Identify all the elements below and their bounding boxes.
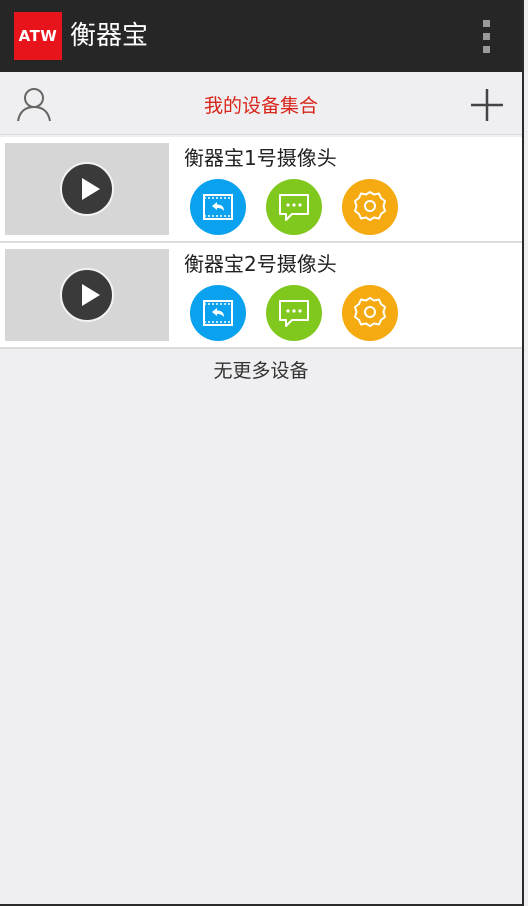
app-title: 衡器宝 [70,21,149,51]
overflow-menu-icon[interactable] [482,20,492,54]
play-video-icon[interactable] [60,162,114,216]
no-more-devices-label: 无更多设备 [213,360,309,382]
message-button[interactable] [266,179,322,235]
settings-button[interactable] [342,179,398,235]
message-icon [279,194,309,221]
playback-button[interactable] [190,179,246,235]
device-name: 衡器宝1号摄像头 [184,146,337,170]
action-bar: ATW 衡器宝 [0,0,522,72]
device-name: 衡器宝2号摄像头 [184,252,337,276]
add-icon[interactable] [470,88,504,122]
play-video-icon[interactable] [60,268,114,322]
camera-thumbnail[interactable] [5,143,169,235]
gear-icon [354,191,386,221]
playback-button[interactable] [190,285,246,341]
message-button[interactable] [266,285,322,341]
playback-icon [203,300,233,326]
message-icon [279,300,309,327]
device-list-header: 我的设备集合 [0,78,522,135]
camera-thumbnail[interactable] [5,249,169,341]
gear-icon [354,297,386,327]
app-logo: ATW [14,12,62,60]
playback-icon [203,194,233,220]
settings-button[interactable] [342,285,398,341]
device-row[interactable]: 衡器宝2号摄像头 [0,243,522,349]
page-title: 我的设备集合 [203,95,318,117]
device-row[interactable]: 衡器宝1号摄像头 [0,137,522,243]
screen: ATW 衡器宝 我的设备集合 衡器宝1号摄像头 衡器宝2号摄像头 无更多设备 [0,0,524,906]
